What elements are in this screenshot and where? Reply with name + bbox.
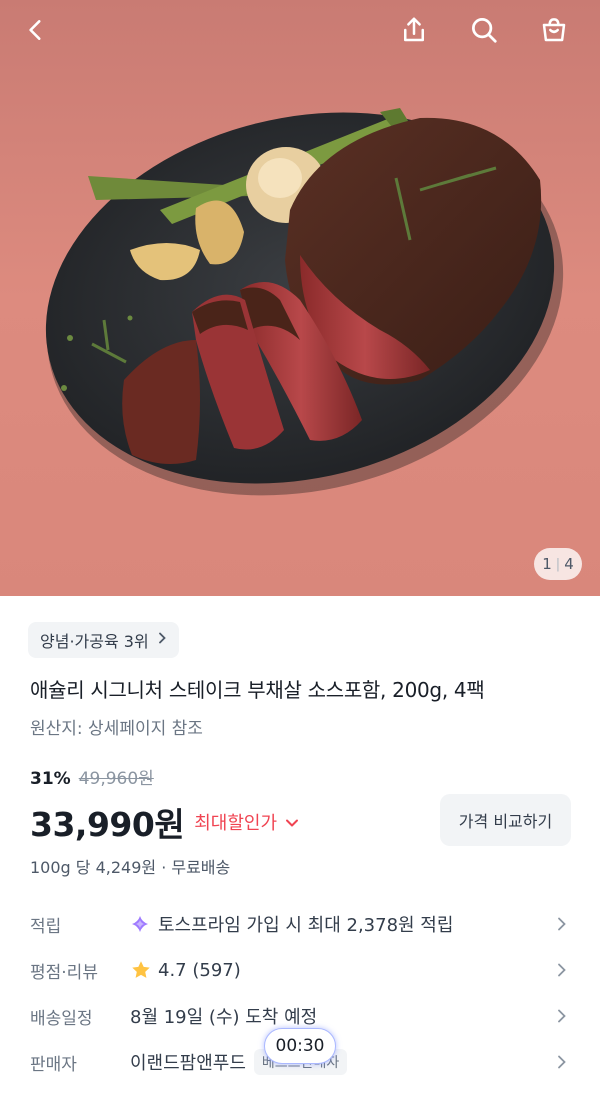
max-discount-toggle[interactable]: 최대할인가 <box>194 809 299 835</box>
pager-total: 4 <box>564 555 574 573</box>
unit-price-shipping: 100g 당 4,249원 · 무료배송 <box>30 858 231 877</box>
points-label: 적립 <box>30 916 62 937</box>
product-title: 애슐리 시그니처 스테이크 부채살 소스포함, 200g, 4팩 <box>30 678 485 702</box>
image-pager: 1 | 4 <box>534 548 582 580</box>
back-button[interactable] <box>14 8 58 52</box>
search-button[interactable] <box>462 8 506 52</box>
prime-icon <box>132 916 148 932</box>
pager-separator: | <box>555 556 561 572</box>
rating-value: 4.7 (597) <box>158 959 241 981</box>
rating-label: 평점·리뷰 <box>30 962 98 983</box>
product-origin: 원산지: 상세페이지 참조 <box>30 719 203 739</box>
category-rank-chip[interactable]: 양념·가공육 3위 <box>28 622 179 658</box>
original-price: 49,960원 <box>78 769 154 789</box>
product-image[interactable]: 1 | 4 <box>0 0 600 596</box>
pager-current: 1 <box>542 555 552 573</box>
share-icon <box>404 17 424 42</box>
chevron-right-icon <box>558 1009 566 1023</box>
price-row: 33,990원 최대할인가 <box>30 798 299 846</box>
compare-price-button[interactable]: 가격 비교하기 <box>440 794 571 846</box>
points-row[interactable]: 적립 토스프라임 가입 시 최대 2,378원 적립 <box>0 904 600 944</box>
rank-chip-label: 양념·가공육 3위 <box>40 632 149 651</box>
discount-row: 31% 49,960원 <box>30 764 154 789</box>
chevron-right-icon <box>558 917 566 931</box>
timer-overlay[interactable]: 00:30 <box>264 1028 336 1064</box>
cart-icon <box>542 18 566 42</box>
rating-row[interactable]: 평점·리뷰 4.7 (597) <box>0 950 600 990</box>
search-icon <box>472 18 497 43</box>
back-icon <box>29 20 41 40</box>
rating-value-wrap: 4.7 (597) <box>130 959 241 981</box>
steak-photo <box>0 0 600 596</box>
seller-label: 판매자 <box>30 1054 77 1075</box>
chevron-right-icon <box>157 632 167 648</box>
sale-price: 33,990원 <box>30 805 185 844</box>
share-button[interactable] <box>392 8 436 52</box>
star-icon <box>132 961 150 978</box>
delivery-value: 8월 19일 (수) 도착 예정 <box>130 1007 318 1028</box>
delivery-label: 배송일정 <box>30 1008 93 1029</box>
top-navigation-bar <box>0 0 600 60</box>
seller-value: 이랜드팜앤푸드 <box>130 1053 246 1074</box>
chevron-right-icon <box>558 963 566 977</box>
chevron-down-icon <box>285 812 299 833</box>
max-discount-label: 최대할인가 <box>194 813 278 834</box>
cart-button[interactable] <box>532 8 576 52</box>
points-value-wrap: 토스프라임 가입 시 최대 2,378원 적립 <box>130 911 453 937</box>
chevron-right-icon <box>558 1055 566 1069</box>
discount-rate: 31% <box>30 769 71 789</box>
points-value: 토스프라임 가입 시 최대 2,378원 적립 <box>158 915 454 936</box>
